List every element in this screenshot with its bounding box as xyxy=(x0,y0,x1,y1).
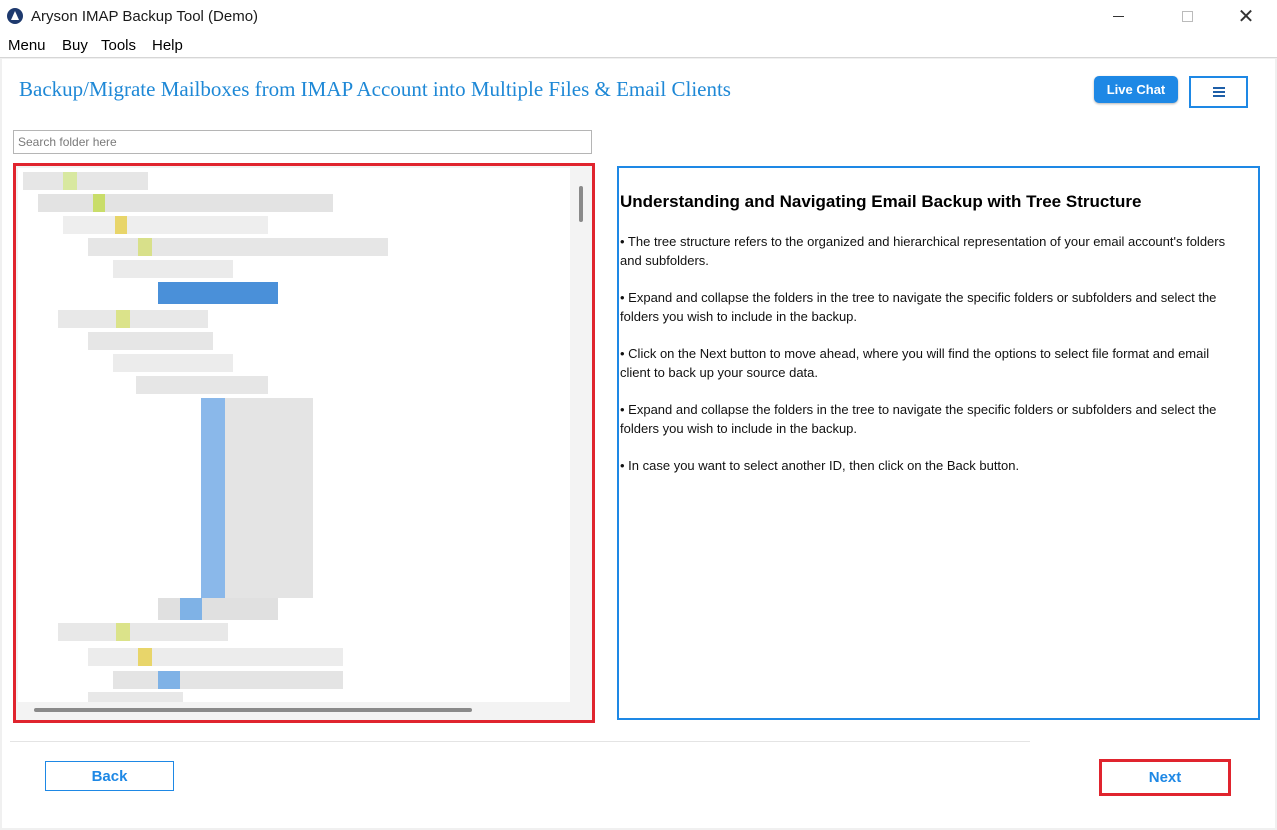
info-title: Understanding and Navigating Email Backu… xyxy=(620,192,1142,211)
obscured-tree-row xyxy=(138,648,152,666)
obscured-tree-row xyxy=(158,598,278,620)
obscured-tree-row xyxy=(115,216,127,234)
tree-horizontal-scrollbar[interactable] xyxy=(34,708,472,712)
obscured-tree-row xyxy=(58,310,208,328)
info-bullet: • Expand and collapse the folders in the… xyxy=(620,290,1217,324)
obscured-tree-row xyxy=(93,194,105,212)
tree-vertical-scrollbar[interactable] xyxy=(579,186,583,222)
next-button[interactable]: Next xyxy=(1099,759,1231,796)
menu-bar: Menu Buy Tools Help xyxy=(0,33,1277,58)
minimize-icon xyxy=(1112,16,1124,17)
info-bullet: • The tree structure refers to the organ… xyxy=(620,234,1226,268)
obscured-tree-row-selected xyxy=(158,282,278,304)
obscured-tree-row xyxy=(180,598,202,620)
folder-tree-panel[interactable] xyxy=(13,163,595,723)
info-list: • The tree structure refers to the organ… xyxy=(620,232,1240,493)
title-bar: Aryson IMAP Backup Tool (Demo) ✕ xyxy=(0,0,1277,33)
obscured-tree-row xyxy=(116,310,130,328)
obscured-tree-row xyxy=(88,648,343,666)
info-bullet: • In case you want to select another ID,… xyxy=(620,458,1020,473)
obscured-tree-row xyxy=(88,238,388,256)
obscured-tree-row xyxy=(113,671,343,689)
obscured-tree-row xyxy=(23,172,148,190)
obscured-tree-row xyxy=(63,172,77,190)
close-icon: ✕ xyxy=(1237,6,1255,28)
window-title: Aryson IMAP Backup Tool (Demo) xyxy=(31,8,259,25)
menu-item-help[interactable]: Help xyxy=(152,37,183,54)
info-panel: Understanding and Navigating Email Backu… xyxy=(617,166,1260,720)
footer-divider xyxy=(10,741,1030,742)
live-chat-button[interactable]: Live Chat xyxy=(1094,76,1178,103)
info-bullet: • Click on the Next button to move ahead… xyxy=(620,346,1210,380)
menu-item-tools[interactable]: Tools xyxy=(101,37,136,54)
menu-item-buy[interactable]: Buy xyxy=(62,37,88,54)
obscured-tree-row xyxy=(88,692,183,702)
maximize-button[interactable] xyxy=(1164,0,1210,33)
maximize-icon xyxy=(1181,11,1193,22)
main-content: Backup/Migrate Mailboxes from IMAP Accou… xyxy=(2,59,1275,828)
hamburger-line xyxy=(1212,95,1225,97)
hamburger-menu-icon xyxy=(1212,87,1225,89)
obscured-tree-row xyxy=(63,216,268,234)
menu-item-menu[interactable]: Menu xyxy=(8,37,46,54)
obscured-tree-row xyxy=(113,260,233,278)
obscured-tree-row xyxy=(88,332,213,350)
obscured-tree-row xyxy=(201,398,225,598)
obscured-tree-row xyxy=(38,194,333,212)
search-folder-input[interactable] xyxy=(13,130,592,154)
obscured-tree-row xyxy=(116,623,130,641)
obscured-tree-row xyxy=(138,238,152,256)
obscured-tree-row xyxy=(158,671,180,689)
info-bullet: • Expand and collapse the folders in the… xyxy=(620,402,1217,436)
page-title: Backup/Migrate Mailboxes from IMAP Accou… xyxy=(19,77,731,101)
hamburger-line xyxy=(1212,91,1225,93)
obscured-tree-row xyxy=(136,376,268,394)
back-button[interactable]: Back xyxy=(45,761,174,791)
close-button[interactable]: ✕ xyxy=(1223,0,1269,33)
app-logo-icon xyxy=(7,8,23,24)
hamburger-menu-button[interactable] xyxy=(1189,76,1248,108)
folder-tree[interactable] xyxy=(18,168,570,702)
obscured-tree-row xyxy=(113,354,233,372)
obscured-tree-row xyxy=(58,623,228,641)
minimize-button[interactable] xyxy=(1095,0,1141,33)
